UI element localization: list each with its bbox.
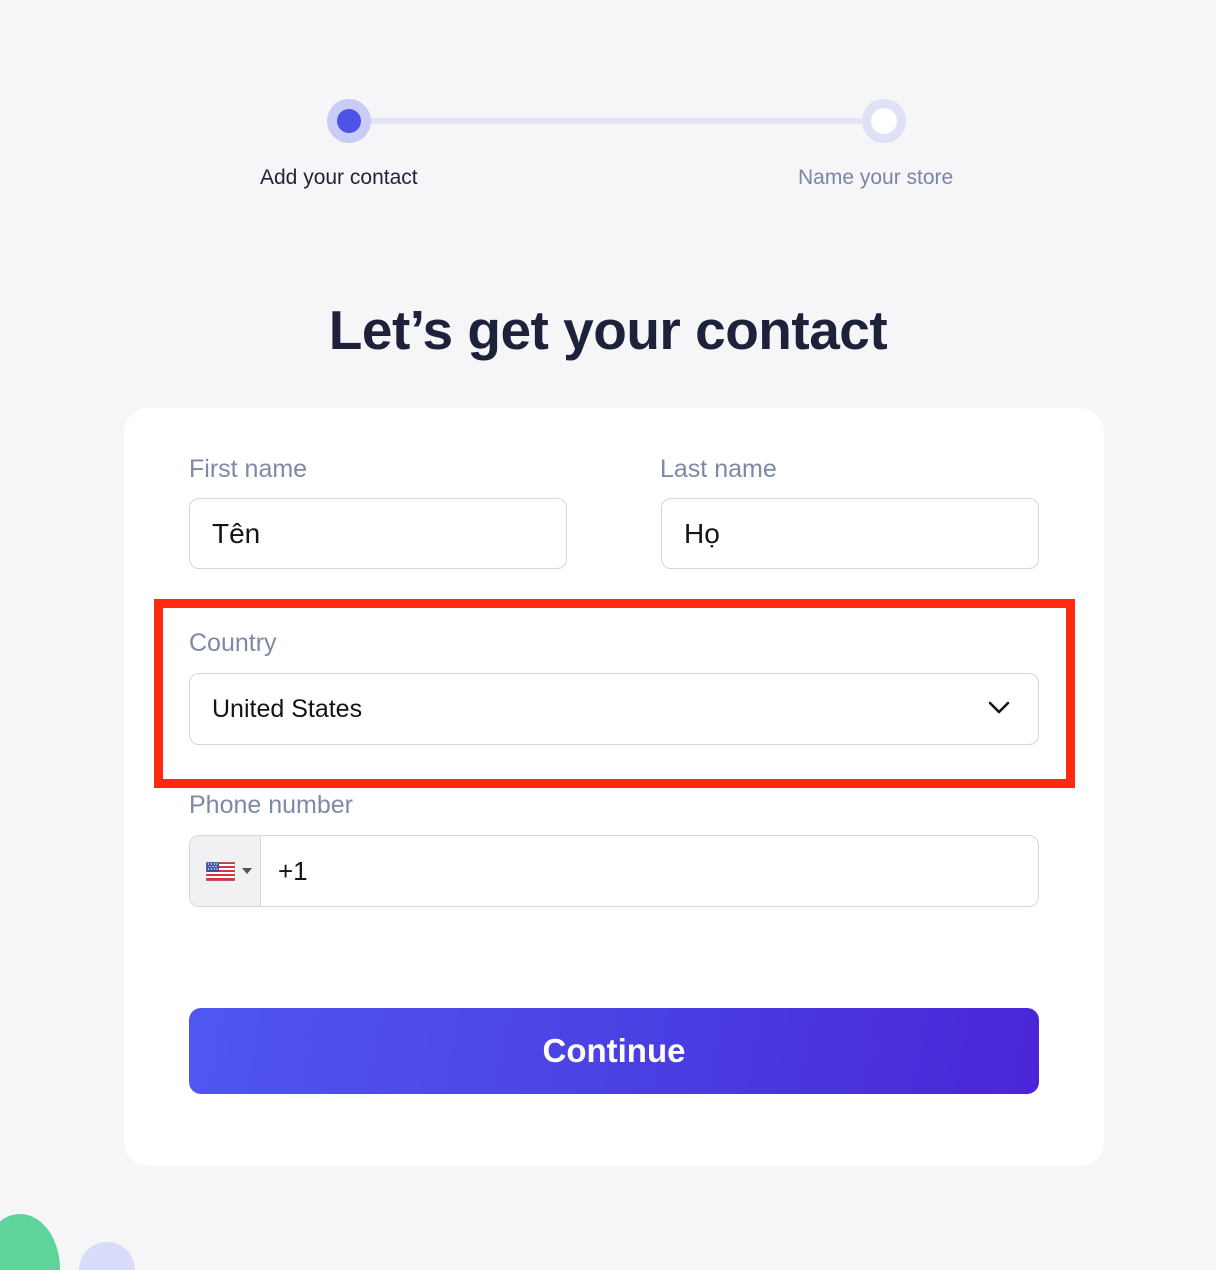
caret-down-icon xyxy=(242,868,252,874)
phone-country-picker[interactable] xyxy=(190,836,261,906)
us-flag-icon xyxy=(206,862,235,881)
first-name-value: Tên xyxy=(212,517,261,549)
last-name-input[interactable]: Họ xyxy=(661,498,1039,569)
continue-button[interactable]: Continue xyxy=(189,1008,1039,1094)
phone-number-label: Phone number xyxy=(189,791,354,819)
decorative-blob-blue xyxy=(79,1242,135,1270)
phone-number-value: +1 xyxy=(278,855,308,886)
decorative-blob-green xyxy=(0,1214,60,1270)
stepper-progress-line xyxy=(348,118,884,124)
first-name-label: First name xyxy=(189,455,308,483)
step-label-add-contact: Add your contact xyxy=(260,166,418,189)
page-title: Let’s get your contact xyxy=(328,299,888,361)
step-label-name-store: Name your store xyxy=(798,166,954,189)
step-indicator-inactive xyxy=(862,99,906,143)
last-name-value: Họ xyxy=(684,517,720,549)
last-name-label: Last name xyxy=(660,455,777,483)
highlight-box xyxy=(154,599,1075,788)
first-name-input[interactable]: Tên xyxy=(189,498,567,569)
step-indicator-active xyxy=(327,99,371,143)
phone-number-input[interactable]: +1 xyxy=(189,835,1039,907)
